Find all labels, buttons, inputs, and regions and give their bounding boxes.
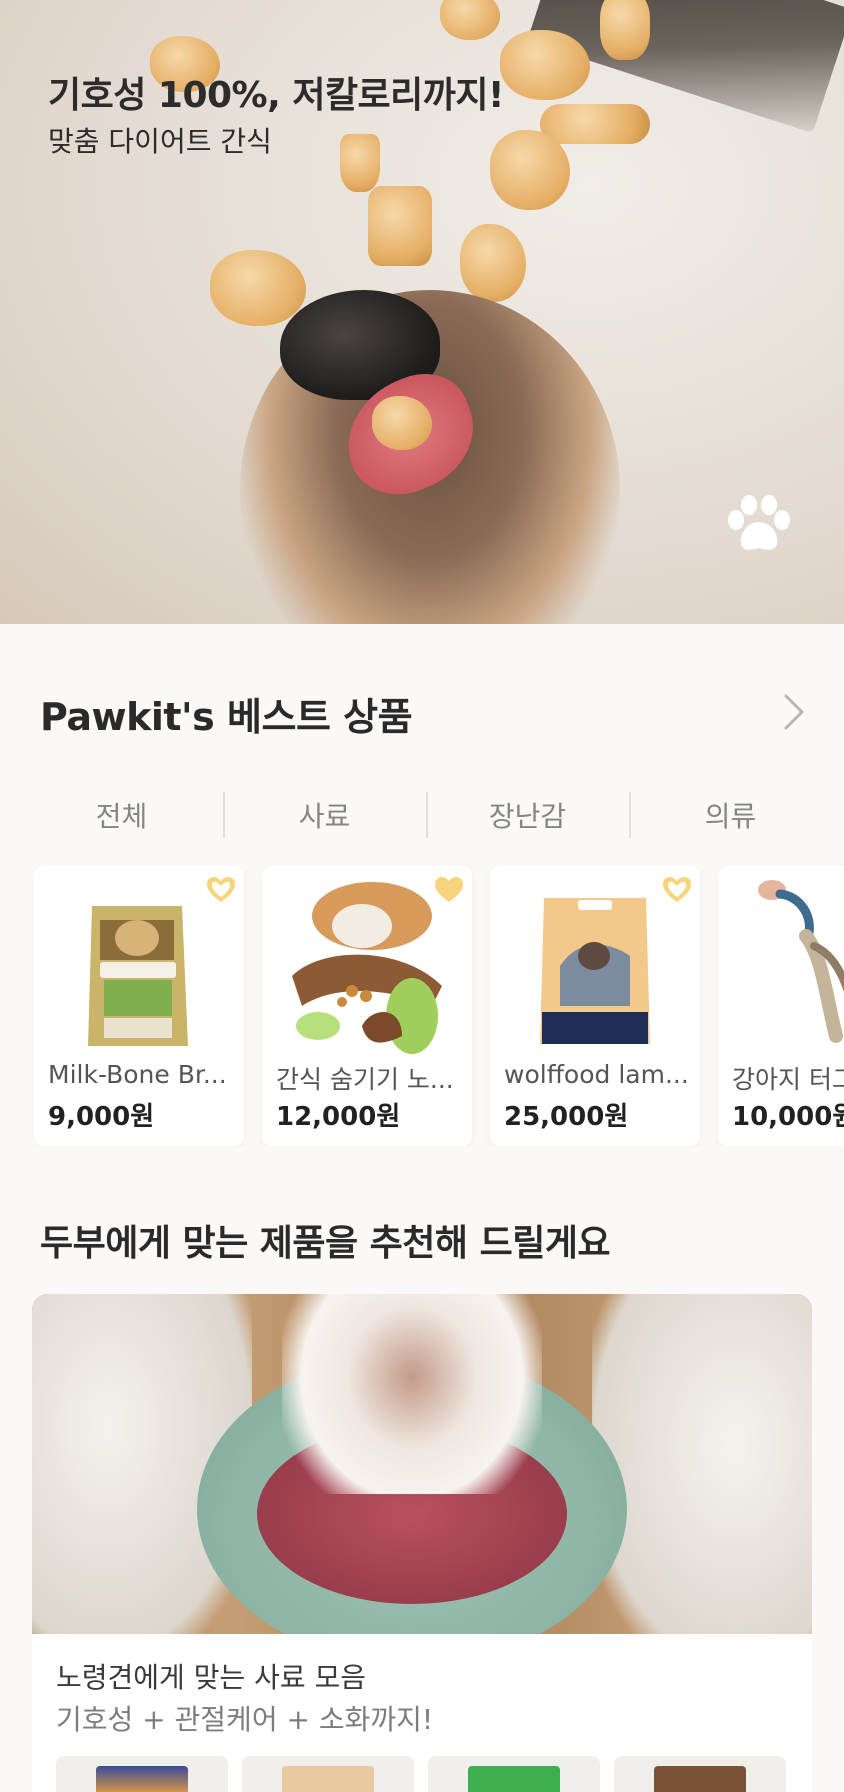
dog-eating-image (32, 1294, 812, 1634)
tab-clothing[interactable]: 의류 (629, 784, 832, 846)
product-name: 간식 숨기기 노... (276, 1065, 454, 1094)
product-price: 25,000원 (504, 1102, 629, 1132)
chevron-right-icon[interactable] (778, 690, 810, 734)
product-price: 9,000원 (48, 1102, 155, 1132)
kibble-image (540, 104, 650, 144)
hero-title: 기호성 100%, 저칼로리까지! (48, 75, 504, 116)
product-thumb[interactable] (614, 1756, 786, 1792)
kibble-image (600, 0, 650, 60)
kibble-image (340, 134, 380, 192)
product-card[interactable]: 강아지 터그 10,000원 (718, 866, 844, 1146)
hero-banner[interactable]: 기호성 100%, 저칼로리까지! 맞춤 다이어트 간식 (0, 0, 844, 624)
tab-food[interactable]: 사료 (223, 784, 426, 846)
recommend-product-thumbs (56, 1756, 796, 1792)
product-price: 10,000원 (732, 1102, 844, 1132)
product-image (758, 880, 844, 1043)
heart-icon[interactable] (434, 876, 464, 904)
kibble-image (500, 30, 590, 100)
kibble-image (440, 0, 500, 40)
product-price: 12,000원 (276, 1102, 401, 1132)
heart-icon[interactable] (662, 876, 692, 904)
recommend-card[interactable]: 노령견에게 맞는 사료 모음 기호성 + 관절케어 + 소화까지! (32, 1294, 812, 1792)
product-name: 강아지 터그 (732, 1065, 844, 1094)
product-card[interactable]: Milk-Bone Br... 9,000원 (34, 866, 244, 1146)
product-thumb[interactable] (242, 1756, 414, 1792)
category-tabs: 전체 사료 장난감 의류 (20, 784, 832, 846)
kibble-image (368, 186, 432, 266)
tab-all[interactable]: 전체 (20, 784, 223, 846)
product-name: wolffood lam... (504, 1060, 689, 1089)
product-name: Milk-Bone Br... (48, 1060, 227, 1089)
product-card[interactable]: 간식 숨기기 노... 12,000원 (262, 866, 472, 1146)
tab-toys[interactable]: 장난감 (426, 784, 629, 846)
product-thumb[interactable] (56, 1756, 228, 1792)
kibble-image (460, 224, 526, 302)
heart-icon[interactable] (206, 876, 236, 904)
kibble-image (210, 250, 306, 326)
paw-icon[interactable] (726, 494, 792, 556)
hero-subtitle: 맞춤 다이어트 간식 (48, 125, 272, 158)
product-carousel[interactable]: Milk-Bone Br... 9,000원 간식 숨기기 노... 12,00… (34, 866, 844, 1146)
recommend-card-subtitle: 기호성 + 관절케어 + 소화까지! (56, 1703, 434, 1736)
kibble-image (490, 130, 570, 210)
recommend-card-title: 노령견에게 맞는 사료 모음 (56, 1661, 367, 1694)
kibble-image (372, 396, 432, 450)
product-thumb[interactable] (428, 1756, 600, 1792)
best-products-title: Pawkit's 베스트 상품 (40, 695, 413, 739)
product-card[interactable]: wolffood lam... 25,000원 (490, 866, 700, 1146)
recommend-title: 두부에게 맞는 제품을 추천해 드릴게요 (40, 1223, 611, 1264)
